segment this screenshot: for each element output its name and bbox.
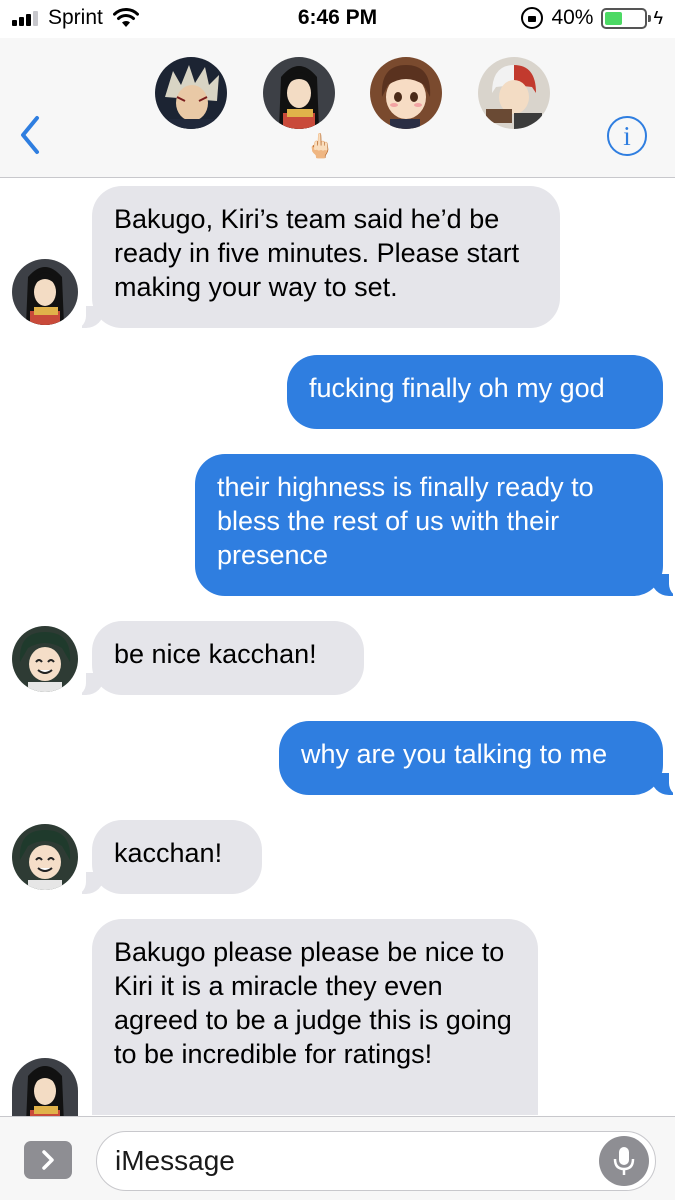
avatar <box>478 57 550 129</box>
info-icon: i <box>623 121 631 151</box>
bubble-tail <box>72 870 104 896</box>
reaction-emoji: 🖕🏻 <box>305 133 335 160</box>
status-bar: Sprint 6:46 PM 40% ϟ <box>0 0 675 38</box>
battery-icon <box>601 7 652 29</box>
incoming-message-bubble[interactable]: be nice kacchan! <box>92 621 364 695</box>
avatar <box>155 57 227 129</box>
message-text: their highness is finally ready to bless… <box>217 472 594 570</box>
avatar <box>263 57 335 129</box>
message-text: fucking finally oh my god <box>309 373 605 403</box>
incoming-message-bubble[interactable]: kacchan! <box>92 820 262 894</box>
message-field[interactable] <box>96 1131 656 1191</box>
bubble-tail <box>651 572 675 598</box>
bubble-tail <box>72 304 104 330</box>
bubble-tail <box>72 671 104 697</box>
participant-avatar-bakugo[interactable] <box>155 57 227 129</box>
status-right: 40% ϟ <box>521 6 663 30</box>
outgoing-message-bubble[interactable]: their highness is finally ready to bless… <box>195 454 663 596</box>
compose-bar <box>0 1116 675 1200</box>
sender-avatar-deku[interactable] <box>12 626 78 692</box>
bubble-tail <box>651 771 675 797</box>
message-input[interactable] <box>115 1132 585 1190</box>
message-text: Bakugo, Kiri’s team said he’d be ready i… <box>114 204 520 302</box>
apps-button[interactable] <box>24 1141 72 1179</box>
charging-bolt-icon: ϟ <box>653 7 663 28</box>
message-text: why are you talking to me <box>301 739 608 769</box>
back-button[interactable] <box>12 110 48 160</box>
avatar <box>370 57 442 129</box>
chevron-right-icon <box>42 1150 54 1170</box>
outgoing-message-bubble[interactable]: why are you talking to me <box>279 721 663 795</box>
message-text: Bakugo please please be nice to Kiri it … <box>114 937 512 1069</box>
chevron-left-icon <box>21 116 39 154</box>
participant-avatar-yaomomo[interactable] <box>263 57 335 129</box>
avatar <box>12 1058 78 1116</box>
microphone-icon <box>613 1147 635 1175</box>
sender-avatar-yaomomo[interactable] <box>12 1058 78 1116</box>
microphone-button[interactable] <box>599 1136 649 1186</box>
message-text: kacchan! <box>114 838 223 868</box>
info-button[interactable]: i <box>607 116 647 156</box>
avatar <box>12 259 78 325</box>
avatar <box>12 824 78 890</box>
participant-avatar-uraraka[interactable] <box>370 57 442 129</box>
message-text: be nice kacchan! <box>114 639 317 669</box>
battery-level-fill <box>605 11 623 25</box>
incoming-message-bubble[interactable]: Bakugo, Kiri’s team said he’d be ready i… <box>92 186 560 328</box>
incoming-message-bubble[interactable]: Bakugo please please be nice to Kiri it … <box>92 919 538 1115</box>
orientation-lock-icon <box>521 7 544 29</box>
sender-avatar-yaomomo[interactable] <box>12 259 78 325</box>
battery-percent: 40% <box>551 6 594 29</box>
participant-avatar-todoroki[interactable] <box>478 57 550 129</box>
outgoing-message-bubble[interactable]: fucking finally oh my god <box>287 355 663 429</box>
avatar <box>12 626 78 692</box>
conversation-header: 🖕🏻 i <box>0 38 675 178</box>
sender-avatar-deku[interactable] <box>12 824 78 890</box>
